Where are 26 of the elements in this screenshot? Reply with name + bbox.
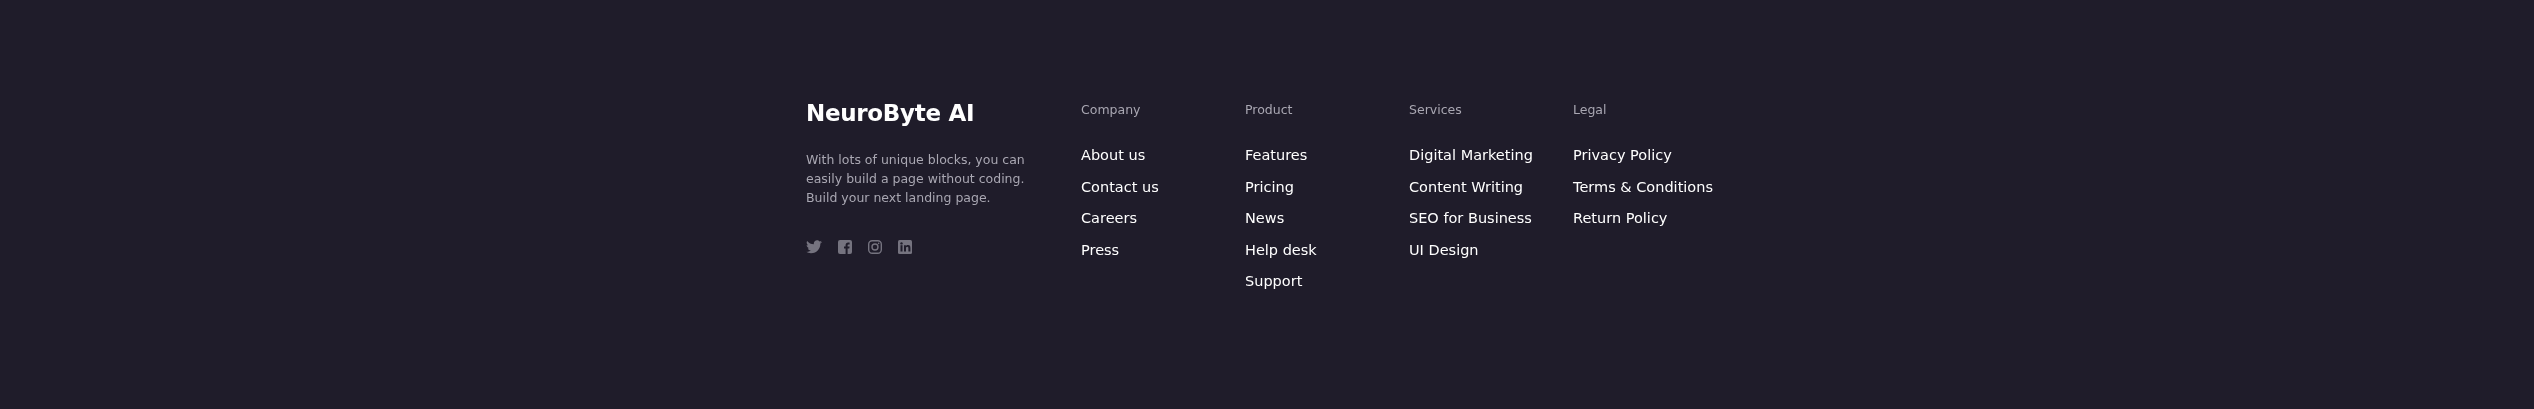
footer-link[interactable]: Pricing	[1245, 176, 1294, 197]
twitter-icon[interactable]	[806, 240, 822, 254]
footer-link[interactable]: About us	[1081, 145, 1146, 165]
brand-logo: NeuroByte AI	[806, 100, 976, 126]
column-heading: Company	[1081, 101, 1141, 119]
footer-link[interactable]: SEO for Business	[1409, 208, 1532, 228]
footer-link[interactable]: Careers	[1081, 208, 1137, 228]
footer-link[interactable]: Contact us	[1081, 176, 1159, 197]
linkedin-icon[interactable]	[898, 240, 912, 254]
footer-link[interactable]: Content Writing	[1409, 176, 1524, 197]
footer-link[interactable]: Features	[1245, 145, 1308, 165]
brand-description: With lots of unique blocks, you can easily build a page without coding. Build your next landing page.	[806, 151, 1026, 207]
column-heading: Legal	[1573, 101, 1607, 119]
column-heading: Services	[1409, 101, 1462, 119]
footer-link[interactable]: Return Policy	[1573, 208, 1668, 228]
footer-link[interactable]: Digital Marketing	[1409, 145, 1533, 165]
footer-link[interactable]: News	[1245, 208, 1285, 228]
column-heading: Product	[1245, 101, 1293, 119]
footer-link[interactable]: Terms & Conditions	[1573, 176, 1713, 197]
instagram-icon[interactable]	[868, 240, 882, 254]
footer-link[interactable]: Help desk	[1245, 239, 1317, 260]
footer-link[interactable]: UI Design	[1409, 239, 1479, 260]
footer-link[interactable]: Support	[1245, 271, 1303, 291]
facebook-icon[interactable]	[838, 240, 852, 254]
footer-link[interactable]: Press	[1081, 239, 1120, 260]
footer-link[interactable]: Privacy Policy	[1573, 145, 1672, 165]
